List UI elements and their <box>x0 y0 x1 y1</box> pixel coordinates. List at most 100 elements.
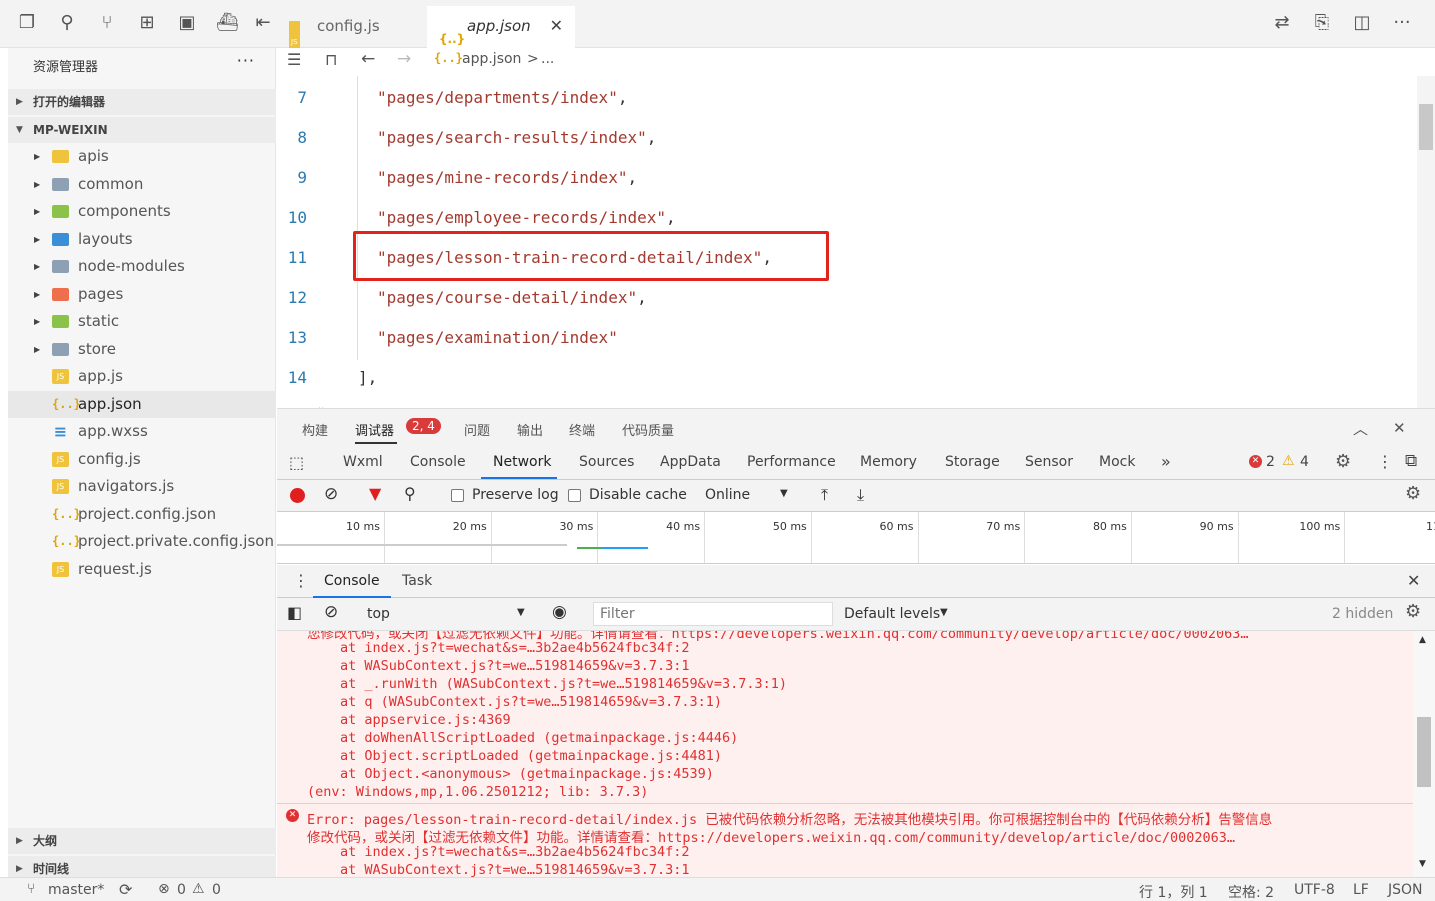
code-line[interactable]: ], <box>358 368 377 387</box>
close-icon[interactable]: ✕ <box>1393 419 1406 437</box>
tab-network[interactable]: Network <box>493 454 551 470</box>
compare-icon[interactable]: ⇄ <box>1271 12 1293 34</box>
tree-item[interactable]: {..} project.config.json <box>8 501 276 528</box>
bookmark-icon[interactable]: ⊓ <box>325 50 337 69</box>
collapse-panel-icon[interactable]: ⇤ <box>252 12 274 34</box>
open-editors-section[interactable]: ▶ 打开的编辑器 <box>8 89 276 115</box>
code-line[interactable]: "pages/departments/index", <box>377 88 627 107</box>
stack-frame[interactable]: at WASubContext.js?t=we…519814659&v=3.7.… <box>340 658 690 674</box>
tab-console[interactable]: Console <box>324 573 380 589</box>
tree-item[interactable]: ▶ common <box>8 171 276 198</box>
code-line[interactable]: "pages/course-detail/index", <box>377 288 647 307</box>
disable-cache-label[interactable]: Disable cache <box>589 487 687 503</box>
code-line[interactable]: "pages/examination/index" <box>377 328 618 347</box>
context-select[interactable]: top <box>367 606 390 622</box>
indentation[interactable]: 空格: 2 <box>1228 882 1274 901</box>
status-errors[interactable]: 0 <box>177 882 186 898</box>
tree-item[interactable]: ▶ apis <box>8 143 276 170</box>
files-icon[interactable]: ❐ <box>16 12 38 34</box>
tab-config-js[interactable]: JS config.js <box>277 6 425 63</box>
search-icon[interactable]: ⚲ <box>56 12 78 34</box>
tree-item[interactable]: ▶ layouts <box>8 226 276 253</box>
chevron-up-icon[interactable]: ︿ <box>1353 418 1368 439</box>
extensions-icon[interactable]: ⊞ <box>136 12 158 34</box>
breadcrumb-file[interactable]: app.json <box>462 51 521 67</box>
network-timeline[interactable]: 10 ms 20 ms 30 ms 40 ms 50 ms 60 ms 70 ms 80 ms… <box>277 512 1435 564</box>
stack-frame[interactable]: at _.runWith (WASubContext.js?t=we…51981… <box>340 676 787 692</box>
close-icon[interactable]: ✕ <box>1407 571 1420 590</box>
cursor-position[interactable]: 行 1，列 1 <box>1139 882 1208 901</box>
status-warnings[interactable]: 0 <box>212 882 221 898</box>
encoding[interactable]: UTF-8 <box>1294 882 1335 898</box>
tab-performance[interactable]: Performance <box>747 454 836 470</box>
tree-item[interactable]: JS config.js <box>8 446 276 473</box>
stack-frame[interactable]: at index.js?t=wechat&s=…3b2ae4b5624fbc34… <box>340 640 690 656</box>
settings-icon[interactable]: ⚙ <box>1405 483 1421 504</box>
tab-build[interactable]: 构建 <box>302 420 328 439</box>
inspect-icon[interactable]: ⬚ <box>289 453 304 472</box>
filter-input[interactable] <box>593 602 833 626</box>
list-icon[interactable]: ☰ <box>287 50 301 69</box>
tree-item[interactable]: ▶ static <box>8 308 276 335</box>
breadcrumb-rest[interactable]: ... <box>541 51 554 67</box>
record-icon[interactable] <box>290 488 305 503</box>
disable-cache-checkbox[interactable] <box>568 489 581 502</box>
more-actions-button[interactable]: ··· <box>237 51 255 70</box>
stack-frame[interactable]: at Object.<anonymous> (getmainpackage.js… <box>340 766 714 782</box>
close-icon[interactable]: ✕ <box>550 6 563 46</box>
tree-item[interactable]: ▶ components <box>8 198 276 225</box>
scrollbar-thumb[interactable] <box>1417 717 1431 787</box>
docker-icon[interactable]: ⛴ <box>216 12 239 34</box>
stack-frame[interactable]: at WASubContext.js?t=we…519814659&v=3.7.… <box>340 862 690 877</box>
tree-item[interactable]: ▶ store <box>8 336 276 363</box>
clear-icon[interactable]: ⊘ <box>324 484 338 504</box>
clear-console-icon[interactable]: ⊘ <box>324 602 338 622</box>
scroll-down-icon[interactable]: ▼ <box>1419 859 1426 869</box>
split-editor-icon[interactable]: ◫ <box>1351 12 1373 34</box>
back-arrow-icon[interactable]: ← <box>361 49 375 69</box>
branch-name[interactable]: master* <box>48 882 104 898</box>
code-line[interactable]: "pages/employee-records/index", <box>377 208 676 227</box>
tree-item[interactable]: ▶ node-modules <box>8 253 276 280</box>
project-section[interactable]: ▼ MP-WEIXIN <box>8 117 276 143</box>
tab-appdata[interactable]: AppData <box>660 454 721 470</box>
editor-scrollbar[interactable] <box>1417 76 1435 408</box>
error-count[interactable]: 2 <box>1266 454 1275 470</box>
dock-icon[interactable]: ⧉ <box>1405 451 1417 471</box>
outline-section[interactable]: ▶ 大纲 <box>8 828 276 854</box>
tree-item[interactable]: {..} app.json <box>8 390 276 418</box>
more-icon[interactable]: ··· <box>1391 12 1413 34</box>
stack-frame[interactable]: at appservice.js:4369 <box>340 712 511 728</box>
tab-task[interactable]: Task <box>402 573 432 589</box>
preserve-log-checkbox[interactable] <box>451 489 464 502</box>
eye-icon[interactable]: ◉ <box>552 602 567 622</box>
stack-frame[interactable]: at index.js?t=wechat&s=…3b2ae4b5624fbc34… <box>340 844 690 860</box>
tab-sensor[interactable]: Sensor <box>1025 454 1073 470</box>
open-file-icon[interactable]: ⎘ <box>1311 12 1333 34</box>
stack-frame[interactable]: at Object.scriptLoaded (getmainpackage.j… <box>340 748 722 764</box>
tree-item[interactable]: JS request.js <box>8 556 276 583</box>
upload-icon[interactable]: ⤒ <box>821 485 828 505</box>
tab-app-json[interactable]: {..} app.json ✕ <box>427 6 575 48</box>
search-icon[interactable]: ⚲ <box>404 484 416 503</box>
scrollbar-thumb[interactable] <box>1419 104 1433 150</box>
tree-item[interactable]: JS navigators.js <box>8 473 276 500</box>
tab-console[interactable]: Console <box>410 454 466 470</box>
tab-sources[interactable]: Sources <box>579 454 634 470</box>
tab-storage[interactable]: Storage <box>945 454 1000 470</box>
forward-arrow-icon[interactable]: → <box>397 49 411 69</box>
tab-memory[interactable]: Memory <box>860 454 917 470</box>
tree-item[interactable]: JS app.js <box>8 363 276 390</box>
end-of-line[interactable]: LF <box>1353 882 1369 898</box>
tab-wxml[interactable]: Wxml <box>343 454 383 470</box>
console-output[interactable]: 您修改代码，或关闭【过滤无依赖文件】功能。详情请查看：https://devel… <box>277 631 1435 877</box>
throttle-select[interactable]: Online <box>705 487 750 503</box>
filter-icon[interactable]: ▼ <box>369 484 381 503</box>
tree-item[interactable]: ≡ app.wxss <box>8 418 276 445</box>
code-line[interactable]: "pages/search-results/index", <box>377 128 656 147</box>
tab-code-quality[interactable]: 代码质量 <box>622 420 674 439</box>
more-tabs-button[interactable]: » <box>1161 452 1171 471</box>
tree-item[interactable]: {..} project.private.config.json <box>8 528 276 555</box>
tab-terminal[interactable]: 终端 <box>569 420 595 439</box>
stack-frame[interactable]: at q (WASubContext.js?t=we…519814659&v=3… <box>340 694 722 710</box>
